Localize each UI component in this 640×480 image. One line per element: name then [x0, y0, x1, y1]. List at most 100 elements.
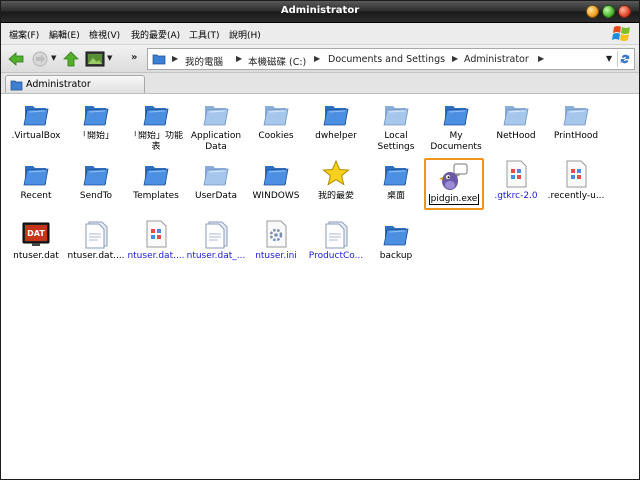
address-bar[interactable]: ▶ 我的電腦 ▶ 本機磁碟 (C:) ▶ Documents and Setti…: [147, 48, 635, 70]
menu-view[interactable]: 檢視(V): [89, 28, 120, 41]
generic-file-icon: [200, 218, 232, 250]
file-item-label: UserData: [194, 191, 237, 201]
tab-strip: Administrator: [1, 73, 639, 94]
title-bar[interactable]: Administrator: [1, 1, 639, 23]
file-item-label: 「開始」功能表: [128, 131, 183, 152]
view-dropdown-icon[interactable]: ▼: [107, 54, 112, 62]
file-item[interactable]: Templates: [126, 158, 186, 202]
file-item[interactable]: PrintHood: [546, 98, 606, 142]
file-item[interactable]: .gtkrc-2.0: [486, 158, 546, 202]
crumb-separator-icon[interactable]: ▶: [172, 54, 178, 63]
generic-file-icon: [80, 218, 112, 250]
menu-favorites[interactable]: 我的最愛(A): [131, 28, 180, 41]
file-view[interactable]: .VirtualBox 「開始」 「開始」功能表 Application Data Co…: [1, 94, 639, 479]
file-item[interactable]: Local Settings: [366, 98, 426, 153]
toolbar-overflow-button[interactable]: »: [131, 52, 137, 63]
file-item-label: .recently-u...: [547, 191, 605, 201]
file-item[interactable]: 「開始」: [66, 98, 126, 142]
folder-faded-icon: [380, 98, 412, 130]
file-item[interactable]: DAT ntuser.dat: [6, 218, 66, 262]
file-item[interactable]: Application Data: [186, 98, 246, 153]
ini-file-icon: [260, 218, 292, 250]
folder-faded-icon: [560, 98, 592, 130]
tab-administrator[interactable]: Administrator: [5, 75, 145, 93]
config-file-icon: [500, 158, 532, 190]
folder-faded-icon: [260, 98, 292, 130]
file-item[interactable]: backup: [366, 218, 426, 262]
refresh-icon[interactable]: [617, 51, 632, 67]
file-item-label: NetHood: [496, 131, 536, 141]
file-item-label: ntuser.ini: [255, 251, 297, 261]
file-item[interactable]: ntuser.dat_...: [186, 218, 246, 262]
rename-field[interactable]: pidgin.exe: [428, 194, 480, 205]
file-item-label: .gtkrc-2.0: [494, 191, 538, 201]
file-item[interactable]: 「開始」功能表: [126, 98, 186, 153]
generic-file-icon: [320, 218, 352, 250]
crumb-separator-icon[interactable]: ▶: [236, 54, 242, 63]
file-item-label: My Documents: [430, 131, 482, 152]
file-item-label: Templates: [133, 191, 179, 201]
menu-edit[interactable]: 編輯(E): [49, 28, 80, 41]
file-item[interactable]: pidgin.exe: [424, 158, 484, 210]
crumb-documents-and-settings[interactable]: Documents and Settings: [328, 54, 445, 65]
pidgin-icon: [438, 161, 470, 193]
file-item[interactable]: dwhelper: [306, 98, 366, 142]
file-item-label: 「開始」: [77, 131, 114, 141]
forward-arrow-icon[interactable]: [31, 50, 49, 68]
file-item-label: ntuser.dat_...: [186, 251, 246, 261]
menu-tools[interactable]: 工具(T): [189, 28, 220, 41]
file-item[interactable]: 桌面: [366, 158, 426, 202]
file-item[interactable]: ntuser.dat....: [66, 218, 126, 262]
file-item[interactable]: My Documents: [426, 98, 486, 153]
address-dropdown-icon[interactable]: ▼: [606, 54, 612, 63]
file-item[interactable]: 我的最愛: [306, 158, 366, 202]
menu-help[interactable]: 說明(H): [229, 28, 261, 41]
menu-file[interactable]: 檔案(F): [9, 28, 39, 41]
file-item[interactable]: ProductCo...: [306, 218, 366, 262]
file-item[interactable]: Cookies: [246, 98, 306, 142]
folder-icon: [380, 218, 412, 250]
file-item[interactable]: Recent: [6, 158, 66, 202]
file-item[interactable]: UserData: [186, 158, 246, 202]
config-file-icon: [560, 158, 592, 190]
file-item-label: SendTo: [79, 191, 113, 201]
file-item-label: pidgin.exe: [426, 194, 482, 205]
window-title: Administrator: [280, 5, 360, 16]
view-mode-icon[interactable]: [85, 50, 105, 68]
svg-text:DAT: DAT: [27, 229, 45, 238]
crumb-local-disk[interactable]: 本機磁碟 (C:): [248, 54, 306, 68]
crumb-my-computer[interactable]: 我的電腦: [185, 54, 223, 68]
close-button[interactable]: [618, 5, 631, 18]
folder-icon: [80, 98, 112, 130]
file-item-label: ntuser.dat: [13, 251, 59, 261]
file-item[interactable]: .VirtualBox: [6, 98, 66, 142]
file-item[interactable]: ntuser.dat....: [126, 218, 186, 262]
file-item[interactable]: NetHood: [486, 98, 546, 142]
maximize-button[interactable]: [602, 5, 615, 18]
folder-icon: [20, 158, 52, 190]
file-item[interactable]: SendTo: [66, 158, 126, 202]
back-arrow-icon[interactable]: [7, 50, 25, 68]
minimize-button[interactable]: [586, 5, 599, 18]
file-item[interactable]: .recently-u...: [546, 158, 606, 202]
up-arrow-icon[interactable]: [62, 50, 80, 68]
crumb-separator-icon[interactable]: ▶: [538, 54, 544, 63]
crumb-separator-icon[interactable]: ▶: [314, 54, 320, 63]
file-item-label: .VirtualBox: [11, 131, 61, 141]
folder-faded-icon: [200, 98, 232, 130]
file-item[interactable]: ntuser.ini: [246, 218, 306, 262]
file-item-label: ntuser.dat....: [67, 251, 125, 261]
file-item-label: 我的最愛: [317, 191, 354, 201]
folder-icon: [380, 158, 412, 190]
folder-icon: [10, 80, 23, 91]
file-item-label: WINDOWS: [252, 191, 300, 201]
config-file-icon: [140, 218, 172, 250]
crumb-administrator[interactable]: Administrator: [464, 54, 529, 65]
folder-location-icon: [152, 54, 166, 65]
folder-icon: [320, 98, 352, 130]
file-item[interactable]: WINDOWS: [246, 158, 306, 202]
forward-dropdown-icon[interactable]: ▼: [51, 54, 56, 62]
crumb-separator-icon[interactable]: ▶: [452, 54, 458, 63]
file-item-label: 桌面: [386, 191, 405, 201]
tab-label: Administrator: [26, 79, 91, 90]
